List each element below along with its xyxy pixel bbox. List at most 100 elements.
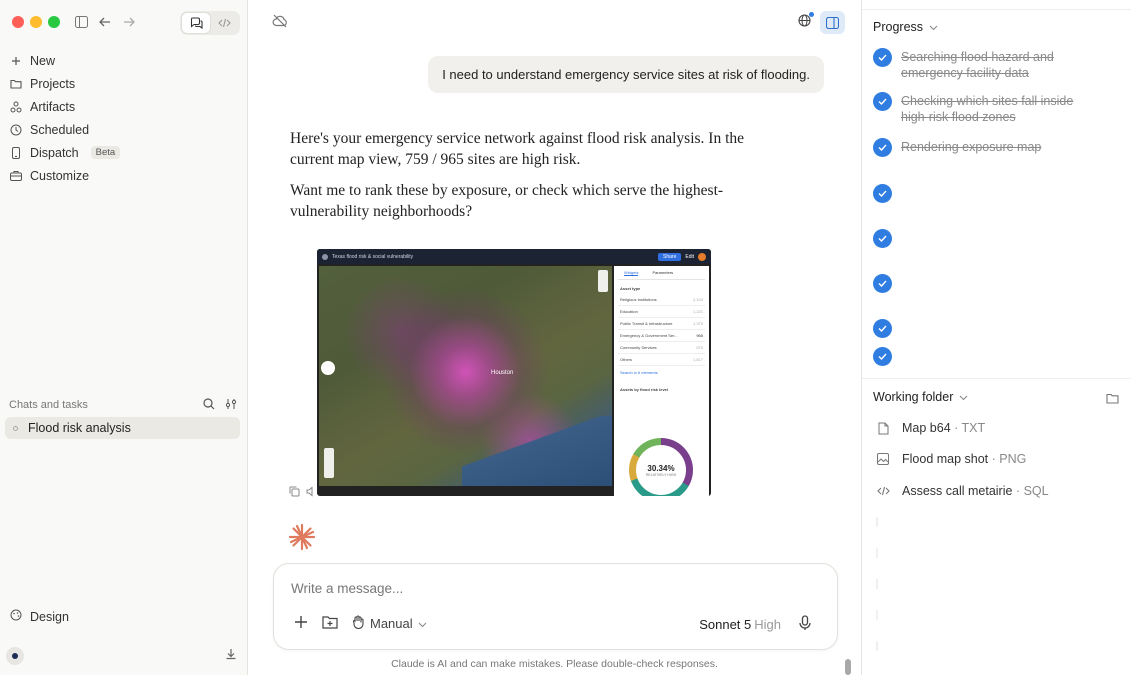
- chevron-down-icon: [418, 616, 427, 631]
- map-city-label: Houston: [491, 370, 514, 376]
- microphone-icon[interactable]: [799, 615, 811, 634]
- artifacts-icon: [10, 101, 22, 113]
- placeholder-line: [876, 517, 878, 527]
- file-item[interactable]: Map b64 · TXT: [876, 421, 985, 435]
- sidebar-nav: New Projects Artifacts Scheduled Dispatc…: [0, 49, 248, 187]
- beta-badge: Beta: [90, 146, 121, 159]
- reply-paragraph: Here's your emergency service network ag…: [290, 130, 745, 168]
- satellite-map: Houston: [319, 266, 612, 486]
- donut-title: Assets by flood risk level: [620, 387, 669, 392]
- forward-arrow-icon[interactable]: [120, 12, 138, 32]
- asset-row-count: 1,817: [692, 357, 703, 362]
- chevron-down-icon: [929, 20, 938, 34]
- avatar[interactable]: [6, 647, 24, 665]
- model-selector[interactable]: Sonnet 5 High: [699, 617, 781, 632]
- message-input[interactable]: [291, 581, 811, 596]
- file-ext: TXT: [961, 421, 986, 435]
- nav-projects[interactable]: Projects: [0, 72, 248, 95]
- check-icon: [873, 229, 892, 248]
- design-link[interactable]: Design: [10, 609, 69, 624]
- folder-plus-icon[interactable]: [322, 615, 338, 632]
- code-mode-icon[interactable]: [210, 13, 238, 33]
- speaker-icon[interactable]: [306, 484, 317, 502]
- asset-row-label: Others: [620, 357, 633, 362]
- screenshot-widgets-panel: Widgets Parameters Asset type Religious …: [614, 266, 709, 496]
- check-icon: [873, 319, 892, 338]
- asset-row-count: 1,221: [692, 309, 703, 314]
- palette-icon: [10, 609, 22, 624]
- progress-step: [873, 184, 892, 203]
- nav-scheduled[interactable]: Scheduled: [0, 118, 248, 141]
- nav-label: Artifacts: [30, 99, 76, 114]
- message-actions: [289, 484, 317, 502]
- donut-percent: 30.34%: [647, 463, 675, 473]
- nav-customize[interactable]: Customize: [0, 164, 248, 187]
- claude-spark-icon: [288, 523, 316, 556]
- disclaimer: Claude is AI and can make mistakes. Plea…: [391, 658, 718, 670]
- briefcase-icon: [10, 170, 22, 182]
- donut-sublabel: RELATIVELY HIGH: [645, 472, 677, 477]
- phone-icon: [10, 146, 22, 159]
- minimize-window-button[interactable]: [30, 16, 42, 28]
- hand-icon: [352, 615, 365, 632]
- chat-status-icon: [13, 425, 18, 431]
- copy-icon[interactable]: [289, 484, 300, 502]
- download-icon[interactable]: [225, 647, 237, 665]
- maximize-window-button[interactable]: [48, 16, 60, 28]
- plus-icon[interactable]: [294, 615, 308, 632]
- nav-new[interactable]: New: [0, 49, 248, 72]
- file-item[interactable]: Flood map shot · PNG: [876, 452, 1026, 466]
- sidebar-toggle-icon[interactable]: [72, 12, 90, 32]
- screenshot-titlebar: Texas flood risk & social vulnerability …: [317, 249, 711, 264]
- check-icon: [873, 274, 892, 293]
- window-controls: [12, 16, 60, 28]
- file-item[interactable]: Assess call metairie · SQL: [876, 484, 1049, 498]
- document-icon: [876, 421, 890, 435]
- progress-header[interactable]: Progress: [873, 20, 938, 34]
- nav-label: Dispatch: [30, 145, 79, 160]
- asset-row-count: 1,379: [692, 321, 703, 326]
- section-label: Chats and tasks: [9, 399, 88, 411]
- chat-mode-icon[interactable]: [182, 13, 210, 33]
- file-name: Map b64: [902, 421, 951, 435]
- asset-row-label: Public Transit & Infrastructure: [620, 321, 673, 326]
- cloud-off-icon[interactable]: [272, 13, 288, 34]
- chat-item-flood-risk[interactable]: Flood risk analysis: [5, 417, 240, 439]
- search-icon[interactable]: [203, 397, 215, 413]
- chat-label: Flood risk analysis: [28, 421, 131, 435]
- folder-icon[interactable]: [1106, 391, 1119, 409]
- design-label: Design: [30, 609, 69, 624]
- nav-label: New: [30, 53, 56, 68]
- folder-title: Working folder: [873, 390, 954, 404]
- plus-icon: [10, 55, 22, 67]
- image-icon: [876, 452, 890, 466]
- file-name: Flood map shot: [902, 452, 989, 466]
- file-name: Assess call metairie: [902, 484, 1013, 498]
- file-ext: PNG: [999, 452, 1027, 466]
- search-elements-link: Search in 6 elements: [620, 370, 658, 375]
- filter-sliders-icon[interactable]: [225, 398, 237, 413]
- asset-type-heading: Asset type: [620, 286, 641, 291]
- back-arrow-icon[interactable]: [96, 12, 114, 32]
- code-icon: [876, 484, 890, 498]
- screenshot-title: Texas flood risk & social vulnerability: [332, 253, 414, 260]
- mode-selector[interactable]: Manual: [352, 615, 427, 632]
- progress-title: Progress: [873, 20, 924, 34]
- globe-icon[interactable]: [798, 12, 814, 32]
- message-composer: Manual Sonnet 5High: [273, 563, 838, 650]
- scrollbar[interactable]: [845, 659, 851, 675]
- chats-section-header: Chats and tasks: [9, 396, 237, 414]
- user-message-text: I need to understand emergency service s…: [442, 67, 810, 82]
- folder-icon: [10, 78, 22, 90]
- map-screenshot-image[interactable]: Texas flood risk & social vulnerability …: [317, 249, 711, 496]
- side-panel-toggle-icon[interactable]: [820, 11, 845, 34]
- placeholder-line: [876, 579, 878, 589]
- step-text: Rendering exposure map: [901, 140, 1042, 154]
- progress-step: [873, 347, 892, 366]
- mode-toggle[interactable]: [180, 11, 240, 35]
- working-folder-header[interactable]: Working folder: [873, 390, 968, 404]
- nav-dispatch[interactable]: Dispatch Beta: [0, 141, 248, 164]
- close-window-button[interactable]: [12, 16, 24, 28]
- screenshot-edit: Edit: [685, 253, 694, 260]
- nav-artifacts[interactable]: Artifacts: [0, 95, 248, 118]
